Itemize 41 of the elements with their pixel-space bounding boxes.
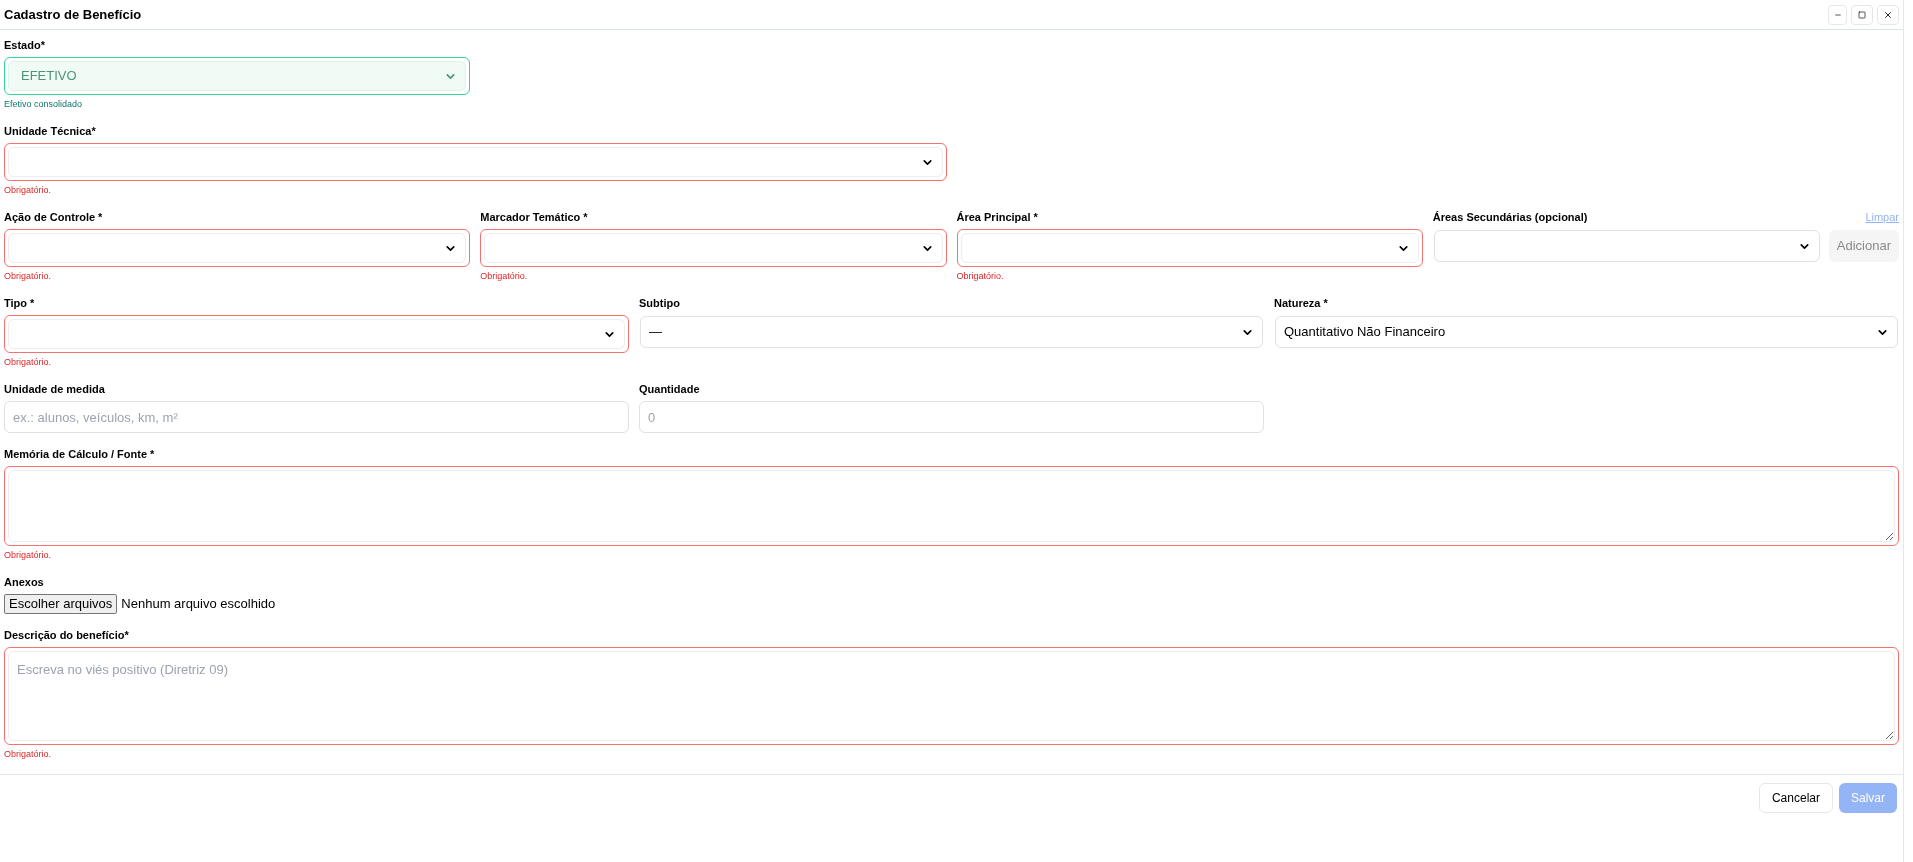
field-label: Subtipo [639,296,680,310]
file-status-text: Nenhum arquivo escolhido [121,595,276,614]
select-field[interactable]: Quantitativo Não Financeiro [1274,315,1899,349]
select-field[interactable] [956,229,1423,267]
text-area[interactable]: Escreva no viés positivo (Diretriz 09) [4,647,1899,745]
field-label: Anexos [4,575,44,589]
select-field[interactable] [4,315,629,353]
error-message: Obrigatório. [4,270,53,282]
field-label: Tipo * [4,296,35,310]
window-title: Cadastro de Benefício [4,5,142,24]
select-field[interactable] [480,229,947,267]
field-label: Quantidade [639,382,700,396]
field-label: Ação de Controle * [4,210,103,224]
field-label: Unidade Técnica* [4,124,96,138]
error-message: Obrigatório. [480,270,529,282]
error-message: Obrigatório. [4,184,53,196]
select-field[interactable] [4,143,947,181]
field-label: Memória de Cálculo / Fonte * [4,447,155,461]
field-label: Descrição do benefício* [4,628,129,642]
field-label: Natureza * [1274,296,1328,310]
close-icon [1883,9,1893,20]
select-field[interactable]: — [639,315,1264,349]
error-message: Obrigatório. [956,270,1005,282]
select-field[interactable] [4,229,471,267]
field-label: Unidade de medida [4,382,105,396]
field-label: Áreas Secundárias (opcional) [1432,210,1588,224]
input-field[interactable]: ex.: alunos, veículos, km, m² [4,401,629,433]
maximize-icon [1858,10,1866,19]
error-message: Obrigatório. [4,549,53,561]
error-message: Obrigatório. [4,356,53,368]
helper-text: Efetivo consolidado [4,98,84,110]
input-field[interactable]: 0 [639,401,1264,433]
error-message: Obrigatório. [4,748,53,760]
field-label: Área Principal * [956,210,1038,224]
close-button[interactable] [1877,4,1899,25]
field-label: Estado* [4,38,45,52]
choose-files-button[interactable]: Escolher arquivos [4,594,118,614]
text-area[interactable] [4,466,1899,546]
cancel-button[interactable]: Cancelar [1758,783,1833,813]
minimize-button[interactable] [1828,4,1847,25]
field-label: Marcador Temático * [480,210,588,224]
